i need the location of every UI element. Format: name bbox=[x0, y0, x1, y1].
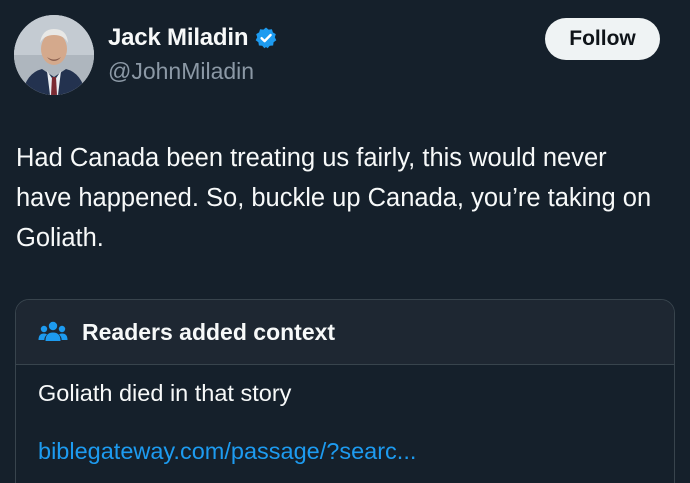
author-handle[interactable]: @JohnMiladin bbox=[108, 58, 254, 85]
author-name-row: Jack Miladin bbox=[108, 24, 278, 52]
display-name[interactable]: Jack Miladin bbox=[108, 24, 249, 52]
community-note: Readers added context Goliath died in th… bbox=[15, 299, 675, 483]
verified-badge-icon bbox=[256, 27, 277, 49]
people-icon bbox=[38, 321, 68, 341]
follow-button[interactable]: Follow bbox=[545, 18, 660, 60]
community-note-header: Readers added context bbox=[16, 300, 674, 365]
community-note-title: Readers added context bbox=[82, 318, 336, 345]
avatar[interactable] bbox=[14, 15, 94, 95]
tweet-text: Had Canada been treating us fairly, this… bbox=[16, 144, 652, 252]
community-note-text: Goliath died in that story bbox=[38, 380, 292, 406]
tweet: Jack Miladin @JohnMiladin Follow Had Can… bbox=[0, 0, 690, 483]
avatar-photo bbox=[14, 15, 94, 95]
community-note-link[interactable]: biblegateway.com/passage/?searc... bbox=[38, 438, 674, 465]
community-note-body: Goliath died in that story biblegateway.… bbox=[16, 380, 674, 465]
